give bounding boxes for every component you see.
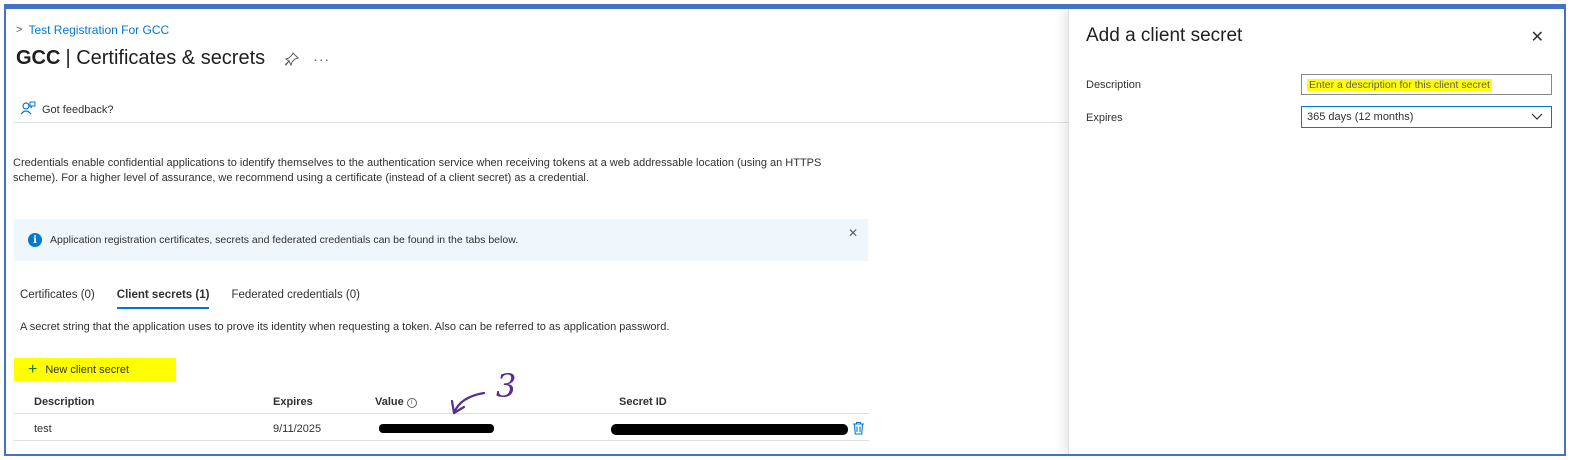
plus-icon: + [28,360,38,378]
column-header-value-label: Value [375,396,404,408]
expires-select[interactable]: 365 days (12 months) [1301,106,1552,128]
chevron-down-icon [1531,110,1543,125]
client-secrets-description: A secret string that the application use… [20,321,670,333]
page-title-strong: GCC [16,47,61,69]
more-options-icon[interactable]: ··· [313,51,330,67]
info-icon[interactable]: i [406,398,417,408]
description-input[interactable]: Enter a description for this client secr… [1301,74,1552,95]
add-client-secret-panel: Add a client secret ✕ Description Enter … [1068,9,1564,454]
description-placeholder: Enter a description for this client secr… [1307,78,1492,91]
tab-federated-credentials[interactable]: Federated credentials (0) [231,287,359,309]
cell-description: test [34,423,52,435]
info-banner-text: Application registration certificates, s… [50,234,519,246]
info-banner: i Application registration certificates,… [14,219,868,261]
handwritten-annotation: 3 [446,367,526,417]
column-header-expires[interactable]: Expires [273,396,313,408]
redacted-value [379,424,494,433]
page-title: GCC | Certificates & secrets ··· [16,47,330,70]
column-header-description[interactable]: Description [34,396,95,408]
new-client-secret-label: New client secret [45,363,130,376]
expires-selected-value: 365 days (12 months) [1307,111,1414,123]
chevron-right-icon: > [16,24,23,36]
description-label: Description [1086,79,1142,91]
redacted-secret-id [611,424,848,435]
new-client-secret-button[interactable]: + New client secret [14,358,176,381]
feedback-button[interactable]: Got feedback? [20,101,114,118]
credentials-description: Credentials enable confidential applicat… [13,157,822,184]
tab-certificates[interactable]: Certificates (0) [20,287,95,309]
info-icon: i [28,233,42,247]
cell-expires: 9/11/2025 [273,423,322,435]
tab-client-secrets[interactable]: Client secrets (1) [116,287,209,309]
screenshot-frame: > Test Registration For GCC GCC | Certif… [4,4,1566,456]
close-icon[interactable]: ✕ [1531,27,1544,47]
divider [14,122,1068,123]
table-row: test 9/11/2025 [14,415,869,441]
breadcrumb-link[interactable]: Test Registration For GCC [28,23,169,37]
feedback-icon [20,101,36,118]
pin-icon[interactable] [284,51,300,66]
panel-title: Add a client secret [1086,25,1243,46]
main-content: > Test Registration For GCC GCC | Certif… [6,9,1068,454]
column-header-secret-id[interactable]: Secret ID [619,396,667,408]
page-title-rest: | Certificates & secrets [65,47,266,69]
annotation-number: 3 [496,367,516,405]
close-icon[interactable]: ✕ [848,226,858,240]
column-header-value[interactable]: Value i [375,396,417,408]
expires-label: Expires [1086,112,1123,124]
feedback-label: Got feedback? [42,103,114,116]
table-header: Description Expires Value i Secret ID [14,392,869,414]
breadcrumb: > Test Registration For GCC [16,23,169,37]
tab-bar: Certificates (0) Client secrets (1) Fede… [20,287,382,309]
delete-icon[interactable] [852,421,865,435]
